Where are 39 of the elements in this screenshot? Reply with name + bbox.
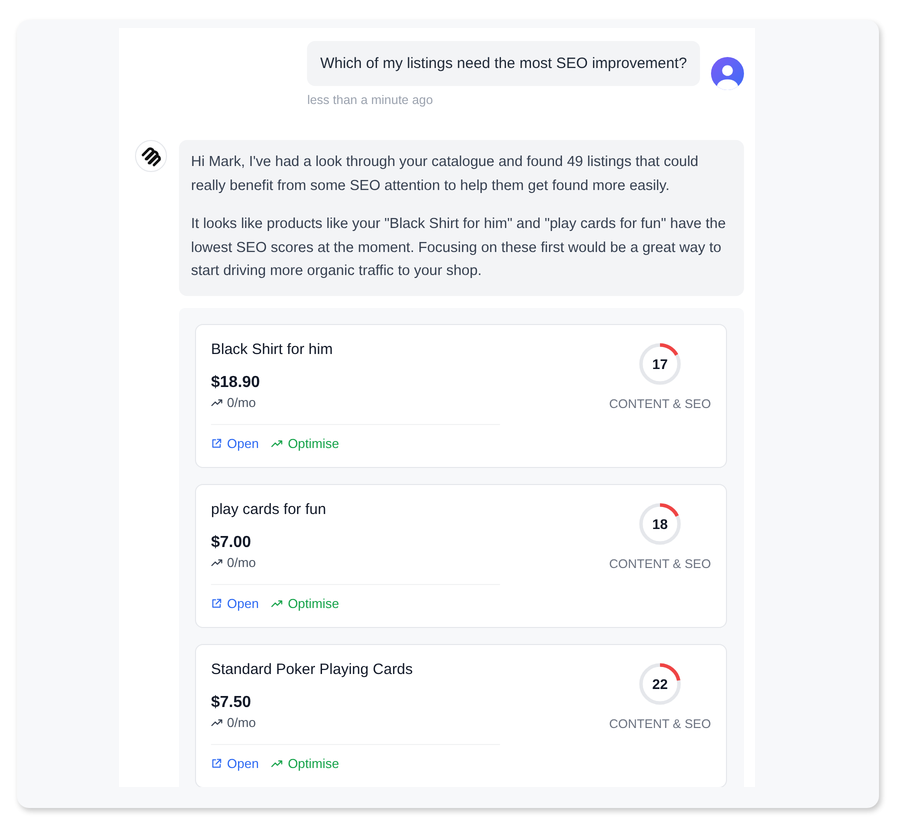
- listing-price: $18.90: [211, 372, 260, 392]
- message-timestamp: less than a minute ago: [307, 92, 433, 108]
- listing-title: Standard Poker Playing Cards: [211, 660, 413, 680]
- open-link[interactable]: Open: [211, 754, 259, 774]
- monthly-traffic: 0/mo: [227, 714, 256, 732]
- seo-score: 17: [651, 354, 669, 374]
- seo-score: 22: [651, 674, 669, 694]
- user-avatar-icon: [711, 57, 744, 90]
- score-label: CONTENT & SEO: [609, 556, 711, 572]
- score-ring: [638, 662, 682, 706]
- listing-price: $7.50: [211, 692, 252, 712]
- trend-icon: [211, 398, 223, 407]
- score-ring: [638, 342, 682, 386]
- user-message: Which of my listings need the most SEO improvement?: [307, 41, 700, 86]
- external-link-icon: [211, 758, 222, 769]
- seo-score: 18: [651, 514, 669, 534]
- listing-title: Black Shirt for him: [211, 340, 333, 360]
- listing-title: play cards for fun: [211, 500, 326, 520]
- message-paragraph: Hi Mark, I've had a look through your catalogue and found 49 listings that could really benefit from some SEO attention to help them get found more easily.: [191, 153, 700, 196]
- trend-icon: [270, 439, 283, 448]
- optimise-link[interactable]: Optimise: [270, 594, 340, 614]
- score-label: CONTENT & SEO: [609, 716, 711, 732]
- optimise-link[interactable]: Optimise: [270, 754, 340, 774]
- listing-price: $7.00: [211, 532, 252, 552]
- trend-icon: [211, 558, 223, 567]
- external-link-icon: [211, 598, 222, 609]
- monthly-traffic: 0/mo: [227, 394, 256, 412]
- open-link[interactable]: Open: [211, 434, 259, 454]
- monthly-traffic: 0/mo: [227, 554, 256, 572]
- score-label: CONTENT & SEO: [609, 396, 711, 412]
- trend-icon: [270, 599, 283, 608]
- trend-icon: [211, 718, 223, 727]
- message-paragraph: It looks like products like your "Black Shirt for him" and "play cards for fun" have the lowest SEO scores at the moment. Focusing on these first would be a great way to start driving more organic traffic to your shop.: [191, 215, 727, 281]
- external-link-icon: [211, 438, 222, 449]
- optimise-link[interactable]: Optimise: [270, 434, 340, 454]
- trend-icon: [270, 759, 283, 768]
- score-ring: [638, 502, 682, 546]
- logo-icon: [135, 140, 167, 172]
- open-link[interactable]: Open: [211, 594, 259, 614]
